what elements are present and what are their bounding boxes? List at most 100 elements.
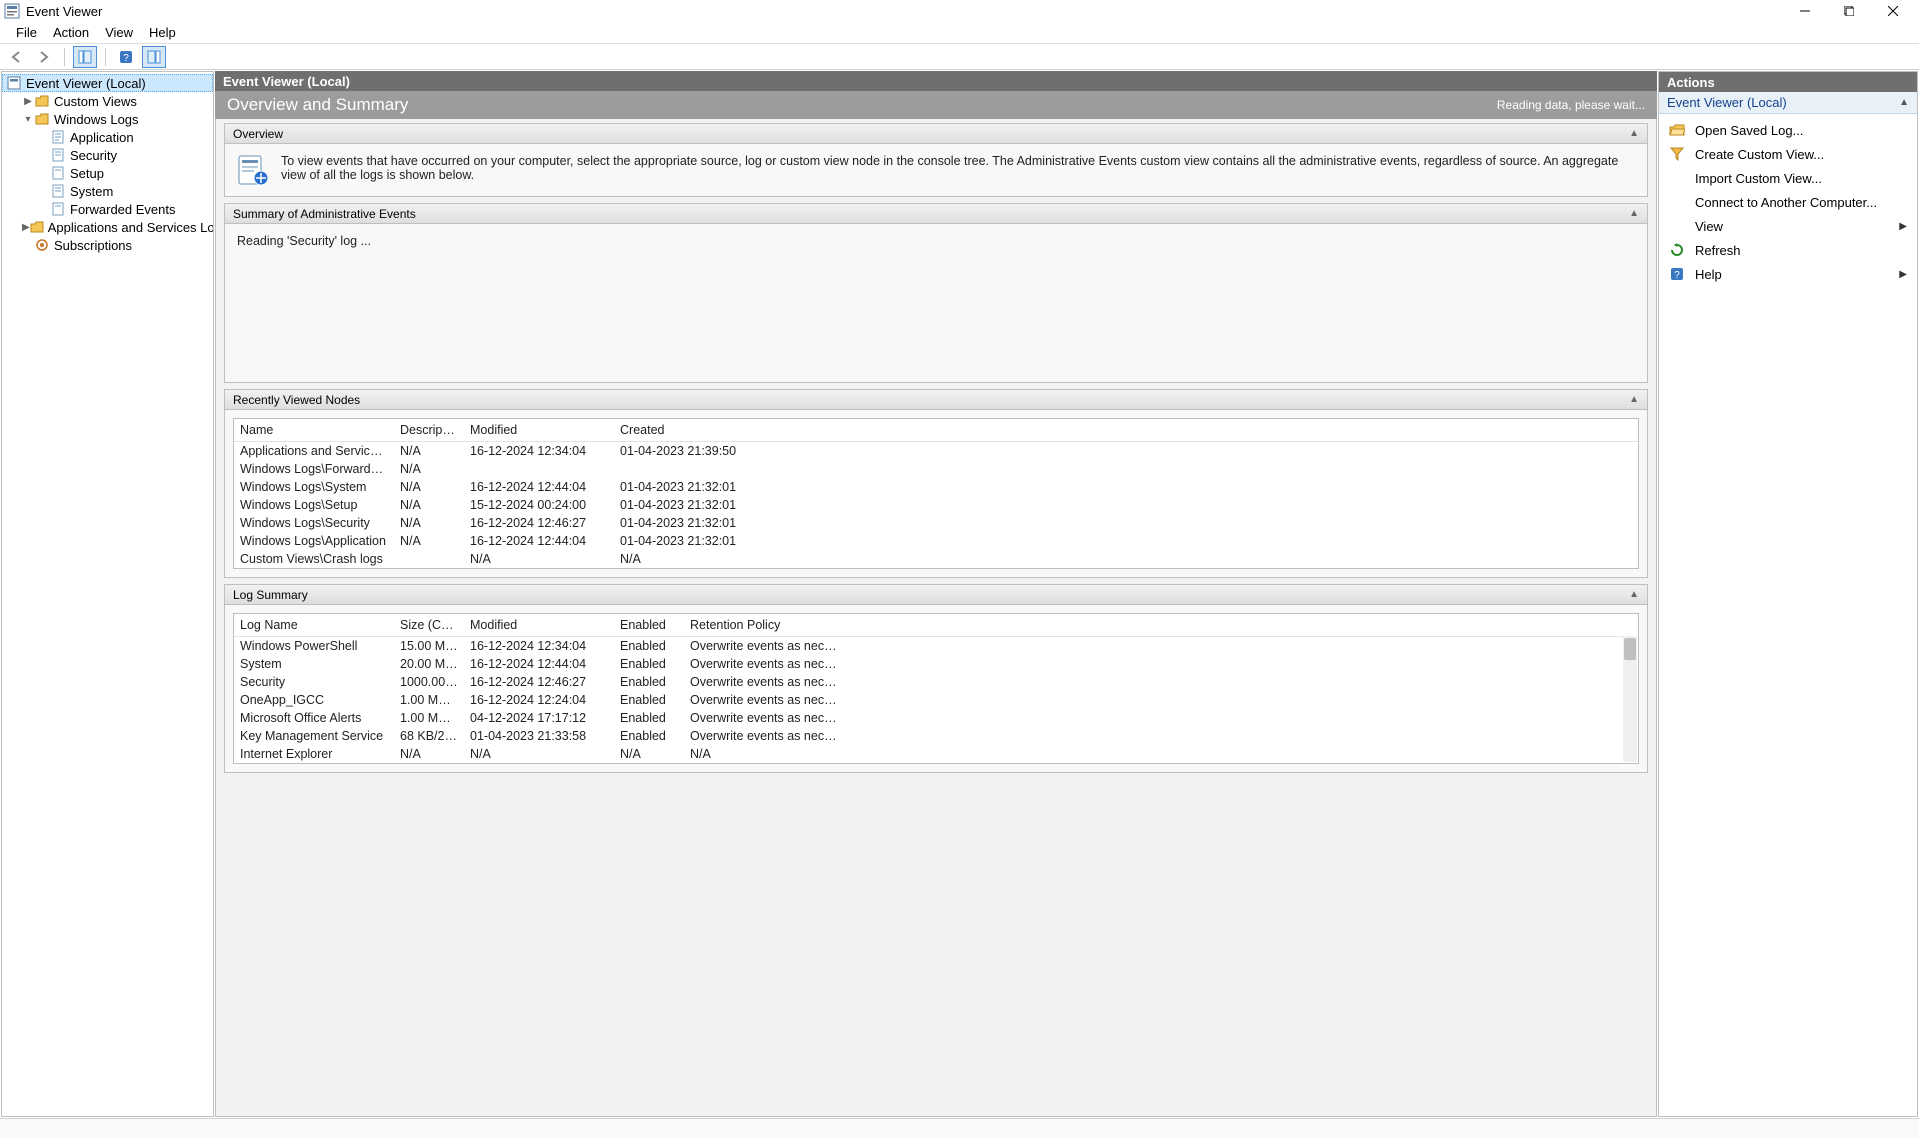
maximize-button[interactable]: [1827, 0, 1871, 22]
expand-icon[interactable]: ▶: [22, 96, 34, 107]
tree-security[interactable]: Security: [34, 146, 213, 164]
action-refresh[interactable]: Refresh: [1659, 238, 1917, 262]
cell: N/A: [614, 550, 764, 568]
tree-system[interactable]: System: [34, 182, 213, 200]
cell: N/A: [394, 745, 464, 763]
log-icon: [50, 129, 66, 145]
cell: Enabled: [614, 691, 684, 709]
center-subtitle: Overview and Summary: [227, 95, 408, 115]
tree-root[interactable]: Event Viewer (Local): [2, 74, 213, 92]
help-button[interactable]: ?: [114, 46, 138, 68]
cell: 01-04-2023 21:32:01: [614, 496, 764, 514]
cell: N/A: [394, 460, 464, 478]
action-create-custom-view[interactable]: Create Custom View...: [1659, 142, 1917, 166]
tree-label: Windows Logs: [54, 112, 139, 127]
action-help[interactable]: ? Help ▶: [1659, 262, 1917, 286]
summary-title: Summary of Administrative Events: [233, 207, 416, 221]
table-row[interactable]: Windows Logs\SystemN/A16-12-2024 12:44:0…: [234, 478, 1638, 496]
action-label: Connect to Another Computer...: [1695, 195, 1877, 210]
summary-panel: Summary of Administrative Events ▲ Readi…: [224, 203, 1648, 383]
scrollbar[interactable]: [1623, 636, 1637, 762]
table-row[interactable]: System20.00 MB/...16-12-2024 12:44:04Ena…: [234, 655, 1638, 673]
cell: 16-12-2024 12:34:04: [464, 442, 614, 461]
tree-app-services[interactable]: ▶ Applications and Services Logs: [18, 218, 213, 236]
loading-status: Reading data, please wait...: [1497, 98, 1645, 112]
show-actions-button[interactable]: [142, 46, 166, 68]
table-row[interactable]: Windows PowerShell15.00 MB/...16-12-2024…: [234, 637, 1638, 656]
log-icon: [50, 147, 66, 163]
collapse-icon[interactable]: ▲: [1629, 589, 1639, 600]
cell: 15.00 MB/...: [394, 637, 464, 656]
col-retention[interactable]: Retention Policy: [684, 614, 844, 637]
collapse-icon[interactable]: ▲: [1629, 128, 1639, 139]
col-desc[interactable]: Description: [394, 419, 464, 442]
table-row[interactable]: Windows Logs\SetupN/A15-12-2024 00:24:00…: [234, 496, 1638, 514]
cell: [614, 460, 764, 478]
expand-icon[interactable]: ▶: [22, 222, 30, 233]
cell: 16-12-2024 12:44:04: [464, 532, 614, 550]
cell: System: [234, 655, 394, 673]
tree-pane[interactable]: Event Viewer (Local) ▶ Custom Views ▾ Wi…: [1, 71, 214, 1117]
col-modified[interactable]: Modified: [464, 614, 614, 637]
forward-button[interactable]: [32, 46, 56, 68]
table-row[interactable]: Custom Views\Crash logsN/AN/A: [234, 550, 1638, 568]
action-import-custom-view[interactable]: Import Custom View...: [1659, 166, 1917, 190]
cell: 01-04-2023 21:32:01: [614, 478, 764, 496]
table-row[interactable]: Key Management Service68 KB/20 ...01-04-…: [234, 727, 1638, 745]
center-pane: Event Viewer (Local) Overview and Summar…: [215, 71, 1657, 1117]
collapse-icon[interactable]: ▲: [1629, 394, 1639, 405]
col-enabled[interactable]: Enabled: [614, 614, 684, 637]
table-row[interactable]: Windows Logs\Forwarded...N/A: [234, 460, 1638, 478]
cell: 1000.00 M...: [394, 673, 464, 691]
col-name[interactable]: Name: [234, 419, 394, 442]
cell: Windows PowerShell: [234, 637, 394, 656]
action-open-saved-log[interactable]: Open Saved Log...: [1659, 118, 1917, 142]
help-icon: ?: [1669, 266, 1685, 282]
table-row[interactable]: Internet ExplorerN/AN/AN/AN/A: [234, 745, 1638, 763]
minimize-button[interactable]: [1783, 0, 1827, 22]
action-view[interactable]: View ▶: [1659, 214, 1917, 238]
menu-view[interactable]: View: [97, 23, 141, 42]
actions-group[interactable]: Event Viewer (Local) ▲: [1659, 92, 1917, 114]
tree-setup[interactable]: Setup: [34, 164, 213, 182]
menu-file[interactable]: File: [8, 23, 45, 42]
col-modified[interactable]: Modified: [464, 419, 614, 442]
collapse-icon[interactable]: ▲: [1629, 208, 1639, 219]
collapse-icon[interactable]: ▾: [22, 114, 34, 125]
table-row[interactable]: Applications and Services ...N/A16-12-20…: [234, 442, 1638, 461]
col-created[interactable]: Created: [614, 419, 764, 442]
menu-help[interactable]: Help: [141, 23, 184, 42]
collapse-icon[interactable]: ▲: [1899, 97, 1909, 108]
menu-action[interactable]: Action: [45, 23, 97, 42]
cell: 16-12-2024 12:46:27: [464, 514, 614, 532]
statusbar: [0, 1118, 1919, 1138]
tree-application[interactable]: Application: [34, 128, 213, 146]
table-row[interactable]: Microsoft Office Alerts1.00 MB/1...04-12…: [234, 709, 1638, 727]
cell: 16-12-2024 12:46:27: [464, 673, 614, 691]
show-tree-button[interactable]: [73, 46, 97, 68]
log-icon: [50, 183, 66, 199]
table-row[interactable]: Windows Logs\ApplicationN/A16-12-2024 12…: [234, 532, 1638, 550]
tree-custom-views[interactable]: ▶ Custom Views: [18, 92, 213, 110]
cell: N/A: [464, 550, 614, 568]
table-row[interactable]: OneApp_IGCC1.00 MB/1...16-12-2024 12:24:…: [234, 691, 1638, 709]
table-row[interactable]: Security1000.00 M...16-12-2024 12:46:27E…: [234, 673, 1638, 691]
action-label: Help: [1695, 267, 1722, 282]
tree-subscriptions[interactable]: Subscriptions: [18, 236, 213, 254]
col-size[interactable]: Size (Curre...: [394, 614, 464, 637]
log-table[interactable]: Log Name Size (Curre... Modified Enabled…: [234, 614, 1638, 763]
tree-label: Subscriptions: [54, 238, 132, 253]
tree-label: System: [70, 184, 113, 199]
col-logname[interactable]: Log Name: [234, 614, 394, 637]
cell: Overwrite events as nece...: [684, 673, 844, 691]
cell: Key Management Service: [234, 727, 394, 745]
back-button[interactable]: [4, 46, 28, 68]
action-label: Open Saved Log...: [1695, 123, 1803, 138]
tree-windows-logs[interactable]: ▾ Windows Logs: [18, 110, 213, 128]
table-row[interactable]: Windows Logs\SecurityN/A16-12-2024 12:46…: [234, 514, 1638, 532]
recent-table[interactable]: Name Description Modified Created Applic…: [234, 419, 1638, 568]
action-connect-computer[interactable]: Connect to Another Computer...: [1659, 190, 1917, 214]
cell: N/A: [464, 745, 614, 763]
tree-forwarded[interactable]: Forwarded Events: [34, 200, 213, 218]
close-button[interactable]: [1871, 0, 1915, 22]
